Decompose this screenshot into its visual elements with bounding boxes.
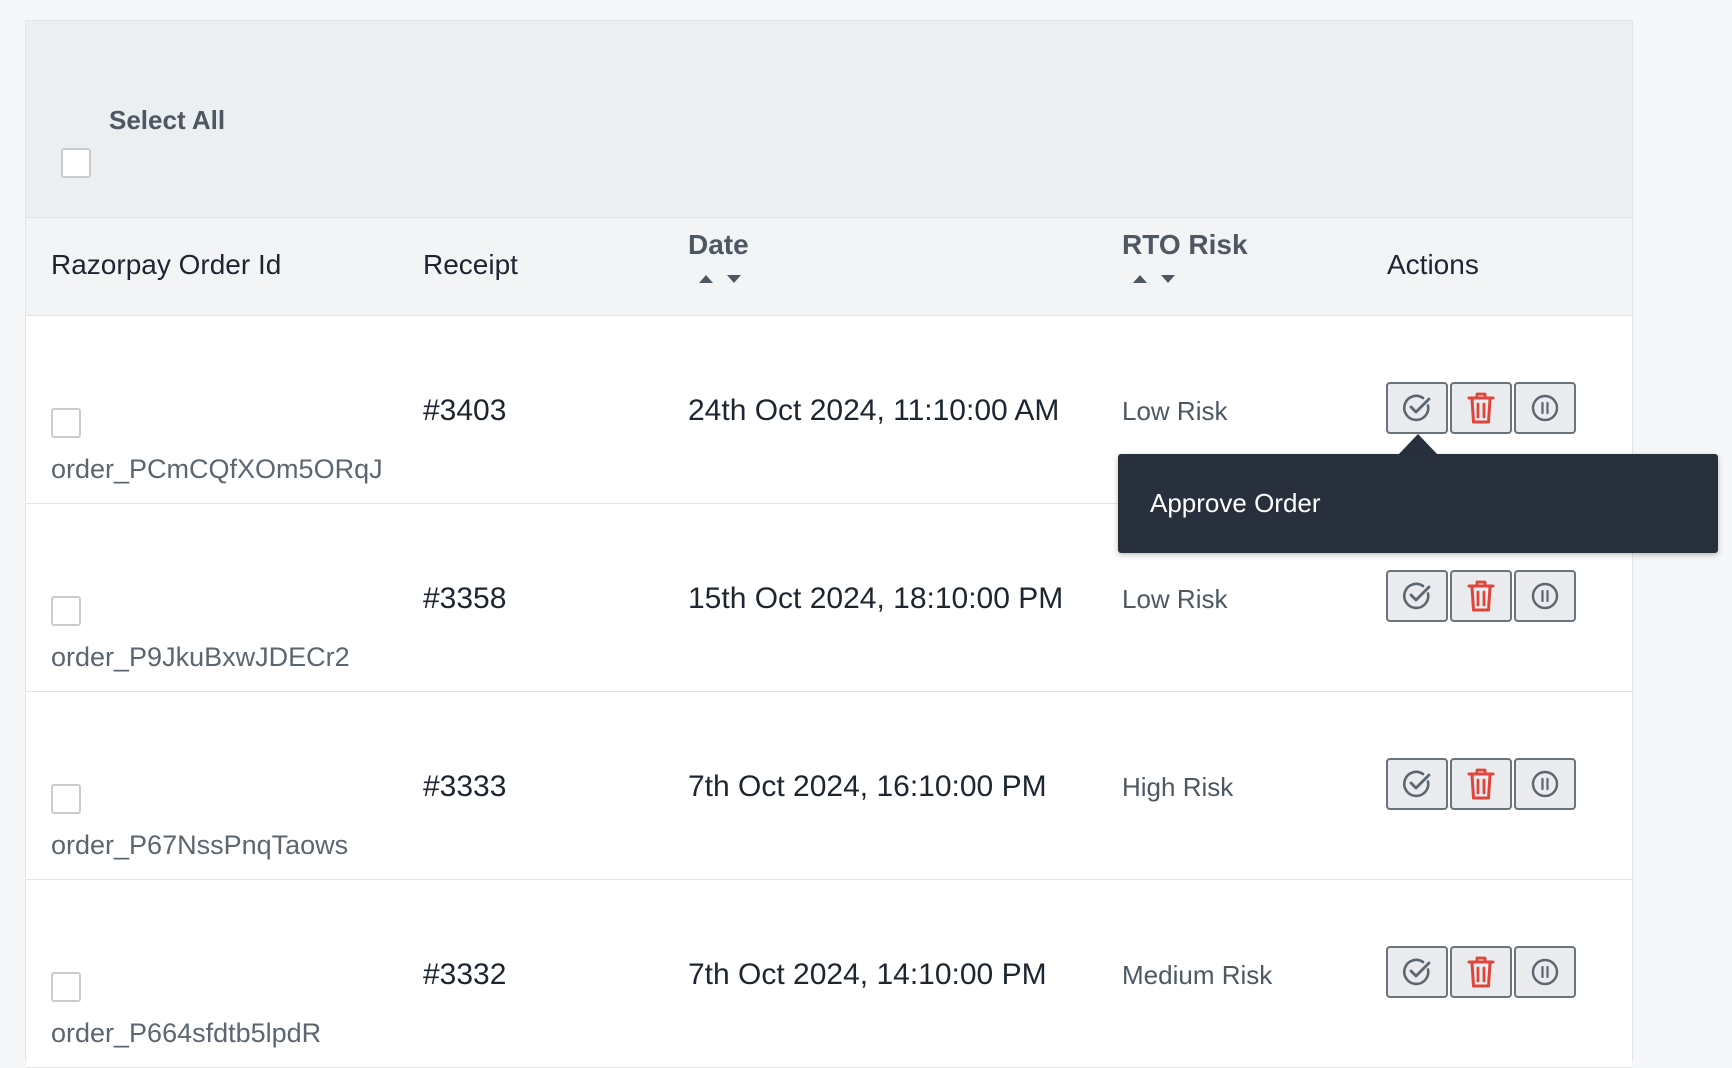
check-circle-icon <box>1401 392 1433 424</box>
receipt-number: #3358 <box>423 582 507 615</box>
row-actions <box>1386 946 1578 998</box>
row-actions <box>1386 570 1578 622</box>
check-circle-icon <box>1401 580 1433 612</box>
order-date: 15th Oct 2024, 18:10:00 PM <box>688 582 1064 615</box>
receipt-number: #3333 <box>423 770 507 803</box>
row-actions <box>1386 382 1578 434</box>
pause-circle-icon <box>1529 392 1561 424</box>
column-header-actions: Actions <box>1387 249 1479 280</box>
tooltip-arrow <box>1398 434 1438 455</box>
hold-order-button[interactable] <box>1514 570 1576 622</box>
pause-circle-icon <box>1529 956 1561 988</box>
hold-order-button[interactable] <box>1514 382 1576 434</box>
approve-order-button[interactable] <box>1386 758 1448 810</box>
row-actions <box>1386 758 1578 810</box>
approve-order-tooltip: Approve Order <box>1118 454 1718 553</box>
check-circle-icon <box>1401 956 1433 988</box>
table-row: order_P664sfdtb5lpdR #3332 7th Oct 2024, 1… <box>26 880 1632 1068</box>
sort-asc-icon[interactable] <box>699 275 713 283</box>
receipt-number: #3403 <box>423 394 507 427</box>
sort-desc-icon[interactable] <box>727 275 741 283</box>
date-sort-controls[interactable] <box>699 275 741 283</box>
delete-order-button[interactable] <box>1450 570 1512 622</box>
approve-order-button[interactable] <box>1386 382 1448 434</box>
trash-icon <box>1466 955 1496 989</box>
delete-order-button[interactable] <box>1450 382 1512 434</box>
hold-order-button[interactable] <box>1514 758 1576 810</box>
pause-circle-icon <box>1529 580 1561 612</box>
column-header-rto-risk[interactable]: RTO Risk <box>1122 229 1248 261</box>
table-row: order_P67NssPnqTaows #3333 7th Oct 2024, 1… <box>26 692 1632 880</box>
rto-risk-value: Low Risk <box>1122 396 1228 426</box>
order-id: order_P664sfdtb5lpdR <box>51 1018 322 1048</box>
approve-order-button[interactable] <box>1386 570 1448 622</box>
delete-order-button[interactable] <box>1450 758 1512 810</box>
column-header-date[interactable]: Date <box>688 229 749 261</box>
rto-risk-value: Low Risk <box>1122 584 1228 614</box>
row-checkbox[interactable] <box>51 408 81 438</box>
pause-circle-icon <box>1529 768 1561 800</box>
order-date: 7th Oct 2024, 14:10:00 PM <box>688 958 1047 991</box>
column-header-receipt: Receipt <box>423 249 518 280</box>
trash-icon <box>1466 579 1496 613</box>
row-checkbox[interactable] <box>51 784 81 814</box>
tooltip-text: Approve Order <box>1150 488 1321 518</box>
order-id: order_PCmCQfXOm5ORqJ <box>51 454 383 484</box>
rto-risk-value: High Risk <box>1122 772 1234 802</box>
order-date: 24th Oct 2024, 11:10:00 AM <box>688 394 1060 427</box>
table-header: Razorpay Order Id Receipt Date RTO Risk … <box>26 218 1632 316</box>
sort-desc-icon[interactable] <box>1161 275 1175 283</box>
select-all-checkbox[interactable] <box>61 148 91 178</box>
trash-icon <box>1466 391 1496 425</box>
row-checkbox[interactable] <box>51 972 81 1002</box>
select-all-label: Select All <box>109 105 226 135</box>
hold-order-button[interactable] <box>1514 946 1576 998</box>
check-circle-icon <box>1401 768 1433 800</box>
approve-order-button[interactable] <box>1386 946 1448 998</box>
delete-order-button[interactable] <box>1450 946 1512 998</box>
column-header-order-id: Razorpay Order Id <box>51 249 282 280</box>
order-id: order_P67NssPnqTaows <box>51 830 349 860</box>
bulk-select-bar: Select All <box>26 21 1632 218</box>
row-checkbox[interactable] <box>51 596 81 626</box>
order-id: order_P9JkuBxwJDECr2 <box>51 642 350 672</box>
rto-risk-value: Medium Risk <box>1122 960 1273 990</box>
rto-risk-sort-controls[interactable] <box>1133 275 1175 283</box>
order-date: 7th Oct 2024, 16:10:00 PM <box>688 770 1047 803</box>
receipt-number: #3332 <box>423 958 507 991</box>
trash-icon <box>1466 767 1496 801</box>
sort-asc-icon[interactable] <box>1133 275 1147 283</box>
